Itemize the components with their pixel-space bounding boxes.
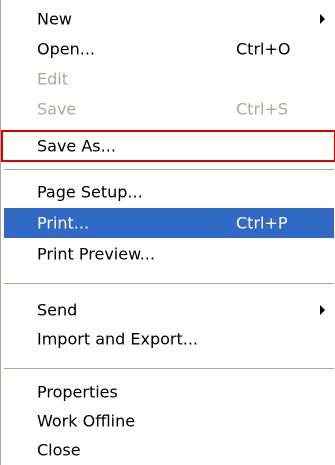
- menu-item-work-offline[interactable]: Work Offline: [4, 406, 334, 436]
- menu-item-properties[interactable]: Properties: [4, 377, 334, 407]
- menu-item-import-export[interactable]: Import and Export...: [4, 324, 334, 354]
- menu-item-edit: Edit: [4, 64, 334, 94]
- shortcut-text: Ctrl+O: [236, 39, 291, 59]
- menu-item-label: Edit: [37, 69, 68, 89]
- menu-item-label: Properties: [37, 382, 118, 402]
- menu-item-label: Page Setup...: [37, 182, 143, 202]
- menu-item-label: Import and Export...: [37, 329, 199, 349]
- menu-item-label: Print Preview...: [37, 244, 155, 264]
- file-menu: New Open... Ctrl+O Edit Save Ctrl+S Save…: [0, 0, 335, 465]
- menu-item-print[interactable]: Print... Ctrl+P: [4, 208, 334, 238]
- menu-separator: [4, 368, 334, 369]
- menu-separator: [4, 169, 334, 170]
- submenu-arrow-icon: [320, 305, 325, 315]
- submenu-arrow-icon: [320, 14, 325, 24]
- menu-item-label: Send: [37, 300, 78, 320]
- menu-item-save: Save Ctrl+S: [4, 94, 334, 124]
- shortcut-text: Ctrl+P: [236, 213, 288, 233]
- menu-item-close[interactable]: Close: [4, 435, 334, 465]
- shortcut-text: Ctrl+S: [236, 99, 289, 119]
- menu-item-open[interactable]: Open... Ctrl+O: [4, 34, 334, 64]
- menu-item-send[interactable]: Send: [4, 295, 334, 325]
- menu-item-print-preview[interactable]: Print Preview...: [4, 239, 334, 269]
- menu-item-label: Open...: [37, 39, 95, 59]
- menu-item-page-setup[interactable]: Page Setup...: [4, 177, 334, 207]
- menu-item-label: Save: [37, 99, 77, 119]
- menu-separator: [4, 283, 334, 284]
- menu-item-label: New: [37, 9, 72, 29]
- menu-item-label: Save As...: [37, 136, 116, 156]
- menu-item-save-as[interactable]: Save As...: [1, 130, 335, 162]
- menu-item-label: Print...: [37, 213, 90, 233]
- menu-item-new[interactable]: New: [4, 4, 334, 34]
- menu-item-label: Close: [37, 440, 81, 460]
- menu-item-label: Work Offline: [37, 411, 136, 431]
